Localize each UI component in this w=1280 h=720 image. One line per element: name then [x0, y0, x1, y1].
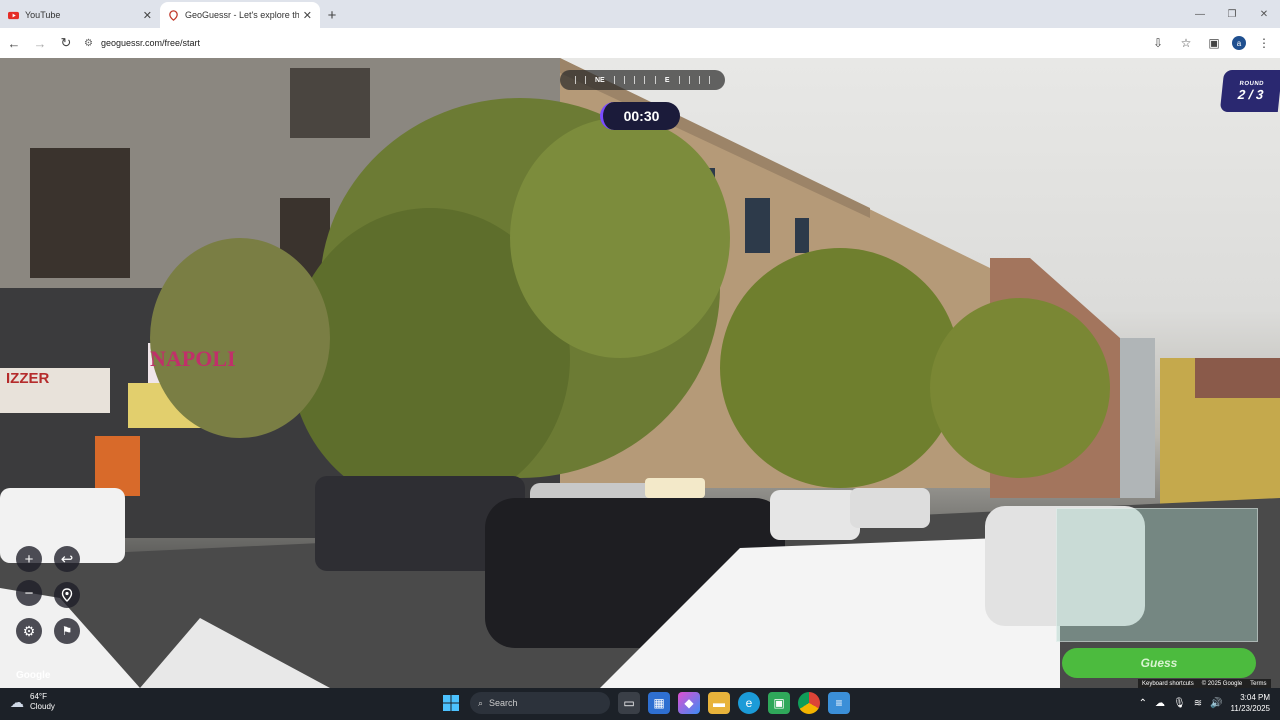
back-icon[interactable]: ←: [2, 31, 26, 55]
map-footer: Keyboard shortcuts © 2025 Google Terms: [1138, 679, 1271, 688]
wifi-icon[interactable]: ≋: [1194, 698, 1202, 709]
settings-button[interactable]: ⚙: [16, 618, 42, 644]
terms-link[interactable]: Terms: [1250, 681, 1266, 687]
clock-date: 11/23/2025: [1230, 704, 1270, 713]
onedrive-icon[interactable]: ☁: [1155, 698, 1165, 709]
round-timer: 00:30: [600, 102, 680, 130]
zoom-out-button[interactable]: −: [16, 580, 42, 606]
google-logo: Google: [16, 670, 51, 681]
restore-icon[interactable]: ❐: [1216, 0, 1248, 28]
search-placeholder: Search: [489, 698, 518, 708]
clock-time: 3:04 PM: [1240, 693, 1270, 702]
side-panel-icon[interactable]: ▣: [1204, 31, 1224, 55]
install-app-icon[interactable]: ⇩: [1148, 31, 1168, 55]
minimize-icon[interactable]: —: [1184, 0, 1216, 28]
browser-toolbar: ← → ↻ ⚙ geoguessr.com/free/start ⇩ ☆ ▣ a…: [0, 28, 1280, 58]
compass-bar: NE E: [560, 70, 725, 90]
bookmark-star-icon[interactable]: ☆: [1176, 31, 1196, 55]
undo-move-button[interactable]: ↩: [54, 546, 80, 572]
location-pin-icon: [169, 9, 178, 21]
windows-start-icon[interactable]: [440, 692, 462, 714]
search-icon: ⌕: [478, 697, 484, 708]
copilot-icon[interactable]: ◆: [678, 692, 700, 714]
taskbar-apps: ⌕ Search ▭ ▦ ◆ ▬ e ▣ ≡: [440, 692, 850, 714]
menu-icon[interactable]: ⋮: [1254, 31, 1274, 55]
android-app-icon[interactable]: ▣: [768, 692, 790, 714]
notepad-icon[interactable]: ≡: [828, 692, 850, 714]
tab-title: YouTube: [25, 10, 61, 20]
window-controls: — ❐ ✕: [1184, 0, 1280, 28]
reload-icon[interactable]: ↻: [54, 31, 78, 55]
edge-icon[interactable]: e: [738, 692, 760, 714]
close-tab-icon[interactable]: ✕: [143, 9, 152, 22]
close-tab-icon[interactable]: ✕: [303, 9, 312, 22]
shop-sign-napoli: NAPOLI: [150, 346, 236, 371]
tab-title: GeoGuessr - Let's explore the world: [185, 10, 299, 20]
chevron-up-icon[interactable]: ⌃: [1139, 698, 1147, 709]
microphone-icon[interactable]: 🎙: [1173, 698, 1186, 709]
report-flag-button[interactable]: ⚑: [54, 618, 80, 644]
weather-condition: Cloudy: [30, 702, 55, 711]
new-tab-button[interactable]: +: [320, 2, 344, 28]
site-settings-icon[interactable]: ⚙: [84, 38, 93, 49]
weather-temp: 64°F: [30, 692, 47, 701]
shop-sign-pizzeria: IZZER: [6, 370, 50, 387]
round-indicator: ROUND 2 / 3: [1219, 70, 1280, 112]
guess-minimap[interactable]: [1056, 508, 1258, 642]
file-explorer-icon[interactable]: ▬: [708, 692, 730, 714]
store-icon[interactable]: ▦: [648, 692, 670, 714]
compass-e: E: [664, 76, 670, 84]
flag-icon: ⚑: [61, 624, 73, 638]
tab-bar: YouTube ✕ GeoGuessr - Let's explore the …: [0, 0, 1280, 28]
youtube-icon: [8, 11, 19, 19]
tab-youtube[interactable]: YouTube ✕: [0, 2, 160, 28]
gear-icon: ⚙: [22, 622, 36, 639]
chrome-icon[interactable]: [798, 692, 820, 714]
location-pin-icon: [61, 588, 73, 602]
compass-ne: NE: [594, 76, 605, 84]
clock[interactable]: 3:04 PM 11/23/2025: [1231, 692, 1270, 714]
round-value: 2 / 3: [1237, 86, 1265, 102]
cloud-icon: ☁: [10, 693, 24, 710]
volume-icon[interactable]: 🔊: [1210, 698, 1222, 709]
taskbar-search[interactable]: ⌕ Search: [470, 692, 610, 714]
return-to-start-button[interactable]: [54, 582, 80, 608]
toolbar-actions: ⇩ ☆ ▣ a ⋮: [1148, 31, 1274, 55]
address-bar[interactable]: ⚙ geoguessr.com/free/start: [84, 32, 1134, 54]
zoom-in-button[interactable]: +: [16, 546, 42, 572]
task-view-icon[interactable]: ▭: [618, 692, 640, 714]
url-text: geoguessr.com/free/start: [100, 38, 201, 48]
map-copyright: © 2025 Google: [1201, 680, 1243, 687]
forward-icon[interactable]: →: [28, 31, 52, 55]
guess-button[interactable]: Guess: [1062, 648, 1256, 678]
windows-taskbar: ☁ 64°F Cloudy ⌕ Search ▭ ▦ ◆ ▬ e ▣ ≡ ⌃ ☁…: [0, 688, 1280, 720]
close-window-icon[interactable]: ✕: [1248, 0, 1280, 28]
tab-geoguessr[interactable]: GeoGuessr - Let's explore the world ✕: [160, 2, 320, 28]
profile-avatar[interactable]: a: [1232, 36, 1246, 50]
weather-widget[interactable]: ☁ 64°F Cloudy: [10, 692, 55, 712]
keyboard-shortcuts-link[interactable]: Keyboard shortcuts: [1142, 681, 1194, 687]
system-tray: ⌃ ☁ 🎙 ≋ 🔊 3:04 PM 11/23/2025: [1139, 692, 1270, 714]
